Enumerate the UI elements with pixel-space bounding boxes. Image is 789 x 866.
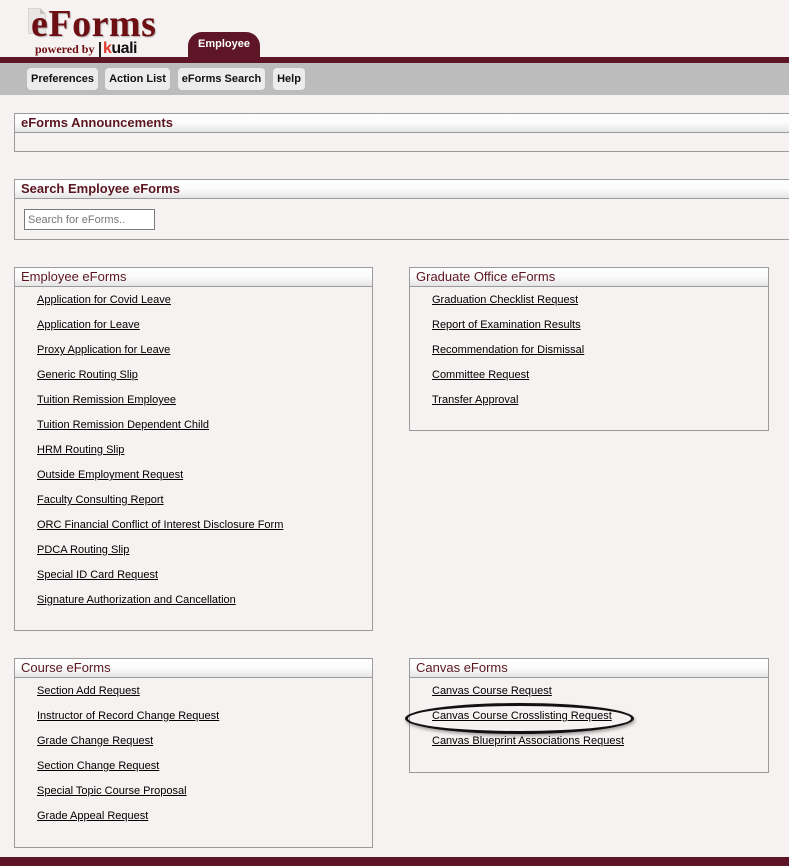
graduate-eforms-title: Graduate Office eForms: [410, 268, 768, 287]
list-item: Canvas Course Crosslisting Request: [432, 704, 768, 729]
search-eforms-input[interactable]: [24, 209, 155, 230]
list-item: Special ID Card Request: [37, 563, 372, 588]
link-tuition-remission-employee[interactable]: Tuition Remission Employee: [37, 394, 176, 406]
toolbar: Preferences Action List eForms Search He…: [0, 63, 789, 95]
list-item: Recommendation for Dismissal: [432, 338, 768, 363]
list-item: Canvas Course Request: [432, 679, 768, 704]
search-panel: Search Employee eForms: [14, 179, 789, 240]
canvas-eforms-title: Canvas eForms: [410, 659, 768, 678]
tab-employee[interactable]: Employee: [188, 32, 260, 58]
list-item: Outside Employment Request: [37, 463, 372, 488]
list-item: Generic Routing Slip: [37, 363, 372, 388]
list-item: Section Add Request: [37, 679, 372, 704]
link-recommendation-for-dismissal[interactable]: Recommendation for Dismissal: [432, 344, 584, 356]
logo-title: eForms: [31, 3, 157, 45]
link-signature-authorization[interactable]: Signature Authorization and Cancellation: [37, 594, 236, 606]
list-item: Section Change Request: [37, 754, 372, 779]
link-hrm-routing-slip[interactable]: HRM Routing Slip: [37, 444, 124, 456]
graduate-eforms-panel: Graduate Office eForms Graduation Checkl…: [409, 267, 769, 431]
footer-bar: [0, 857, 789, 866]
link-committee-request[interactable]: Committee Request: [432, 369, 529, 381]
link-canvas-course-request[interactable]: Canvas Course Request: [432, 685, 552, 697]
link-instructor-of-record-change[interactable]: Instructor of Record Change Request: [37, 710, 219, 722]
link-proxy-application-for-leave[interactable]: Proxy Application for Leave: [37, 344, 170, 356]
canvas-eforms-list: Canvas Course Request Canvas Course Cros…: [410, 678, 768, 754]
list-item: Proxy Application for Leave: [37, 338, 372, 363]
course-eforms-title: Course eForms: [15, 659, 372, 678]
link-application-for-covid-leave[interactable]: Application for Covid Leave: [37, 294, 171, 306]
course-eforms-list: Section Add Request Instructor of Record…: [15, 678, 372, 829]
list-item: Committee Request: [432, 363, 768, 388]
link-tuition-remission-dependent-child[interactable]: Tuition Remission Dependent Child: [37, 419, 209, 431]
link-generic-routing-slip[interactable]: Generic Routing Slip: [37, 369, 138, 381]
link-report-of-examination-results[interactable]: Report of Examination Results: [432, 319, 581, 331]
list-item: Special Topic Course Proposal: [37, 779, 372, 804]
list-item: Grade Appeal Request: [37, 804, 372, 829]
list-item: Grade Change Request: [37, 729, 372, 754]
employee-eforms-title: Employee eForms: [15, 268, 372, 287]
list-item: Transfer Approval: [432, 388, 768, 413]
link-section-add-request[interactable]: Section Add Request: [37, 685, 140, 697]
preferences-button[interactable]: Preferences: [27, 68, 98, 90]
link-faculty-consulting-report[interactable]: Faculty Consulting Report: [37, 494, 164, 506]
list-item: Faculty Consulting Report: [37, 488, 372, 513]
search-panel-title: Search Employee eForms: [15, 180, 789, 199]
list-item: Tuition Remission Dependent Child: [37, 413, 372, 438]
list-item: Application for Covid Leave: [37, 288, 372, 313]
link-grade-appeal-request[interactable]: Grade Appeal Request: [37, 810, 148, 822]
canvas-eforms-panel: Canvas eForms Canvas Course Request Canv…: [409, 658, 769, 773]
link-special-topic-course-proposal[interactable]: Special Topic Course Proposal: [37, 785, 187, 797]
list-item: Instructor of Record Change Request: [37, 704, 372, 729]
logo-separator: [99, 42, 101, 57]
link-transfer-approval[interactable]: Transfer Approval: [432, 394, 518, 406]
eforms-logo[interactable]: eForms powered by kuali: [26, 3, 166, 58]
list-item: PDCA Routing Slip: [37, 538, 372, 563]
help-button[interactable]: Help: [273, 68, 305, 90]
list-item: Graduation Checklist Request: [432, 288, 768, 313]
link-pdca-routing-slip[interactable]: PDCA Routing Slip: [37, 544, 129, 556]
app-header: eForms powered by kuali Employee: [0, 0, 789, 62]
announcements-panel: eForms Announcements: [14, 113, 789, 152]
employee-eforms-list: Application for Covid Leave Application …: [15, 287, 372, 613]
list-item: Signature Authorization and Cancellation: [37, 588, 372, 613]
link-canvas-course-crosslisting-request[interactable]: Canvas Course Crosslisting Request: [432, 710, 612, 722]
course-eforms-panel: Course eForms Section Add Request Instru…: [14, 658, 373, 848]
kuali-logo: kuali: [103, 40, 137, 58]
list-item: ORC Financial Conflict of Interest Discl…: [37, 513, 372, 538]
link-grade-change-request[interactable]: Grade Change Request: [37, 735, 153, 747]
link-orc-financial-conflict-form[interactable]: ORC Financial Conflict of Interest Discl…: [37, 519, 283, 531]
kuali-wordmark: uali: [111, 40, 137, 57]
graduate-eforms-list: Graduation Checklist Request Report of E…: [410, 287, 768, 413]
announcements-title: eForms Announcements: [15, 114, 789, 133]
employee-eforms-panel: Employee eForms Application for Covid Le…: [14, 267, 373, 631]
list-item: Application for Leave: [37, 313, 372, 338]
link-special-id-card-request[interactable]: Special ID Card Request: [37, 569, 158, 581]
list-item: HRM Routing Slip: [37, 438, 372, 463]
link-canvas-blueprint-associations-request[interactable]: Canvas Blueprint Associations Request: [432, 735, 624, 747]
list-item: Report of Examination Results: [432, 313, 768, 338]
link-application-for-leave[interactable]: Application for Leave: [37, 319, 140, 331]
link-section-change-request[interactable]: Section Change Request: [37, 760, 159, 772]
eforms-search-button[interactable]: eForms Search: [178, 68, 265, 90]
link-outside-employment-request[interactable]: Outside Employment Request: [37, 469, 183, 481]
link-graduation-checklist-request[interactable]: Graduation Checklist Request: [432, 294, 578, 306]
logo-powered-by: powered by: [35, 42, 95, 56]
list-item: Canvas Blueprint Associations Request: [432, 729, 768, 754]
list-item: Tuition Remission Employee: [37, 388, 372, 413]
action-list-button[interactable]: Action List: [105, 68, 170, 90]
